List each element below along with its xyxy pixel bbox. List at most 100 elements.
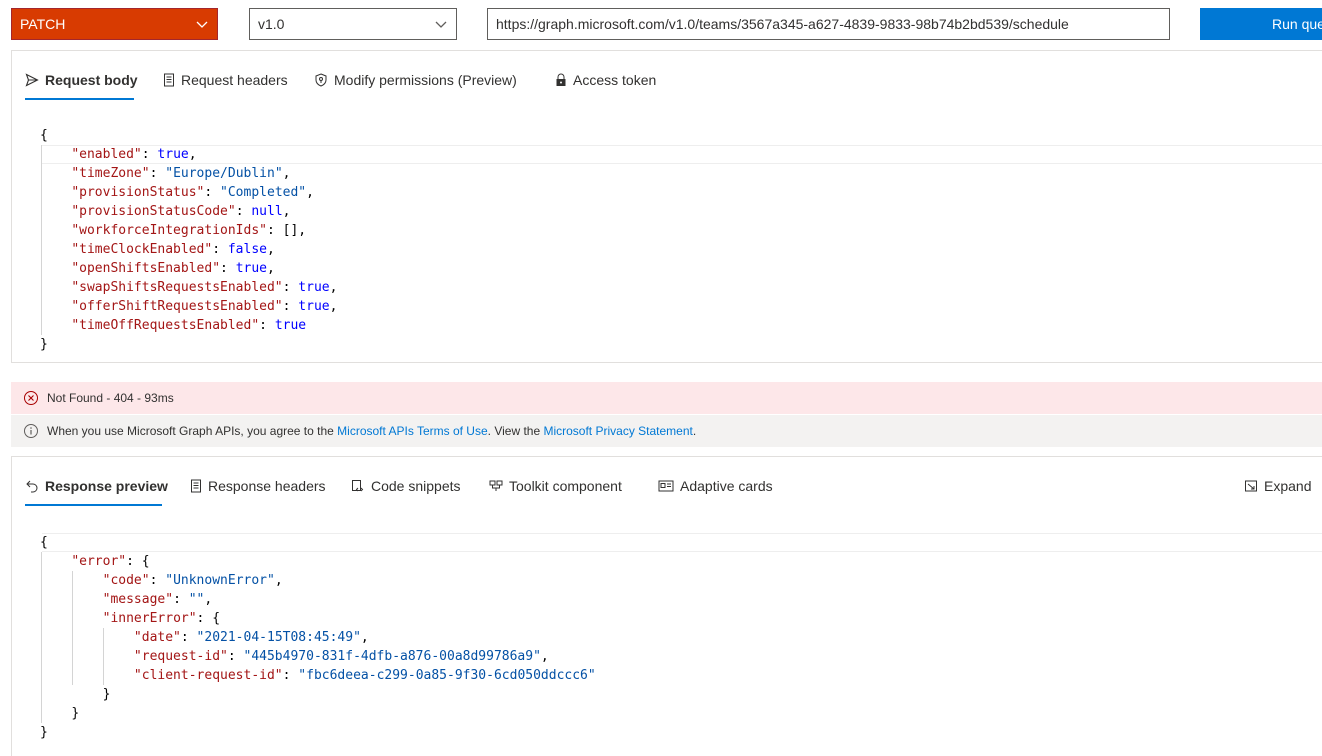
tab-label: Request headers bbox=[181, 72, 288, 88]
code-line: "timeClockEnabled": false, bbox=[40, 240, 337, 259]
code-line: "provisionStatus": "Completed", bbox=[40, 183, 337, 202]
info-icon bbox=[23, 423, 39, 439]
colon: : bbox=[212, 242, 228, 257]
http-method-dropdown[interactable]: PATCH bbox=[11, 8, 218, 40]
code-line: "swapShiftsRequestsEnabled": true, bbox=[40, 278, 337, 297]
json-value: null bbox=[251, 204, 283, 219]
json-key: "swapShiftsRequestsEnabled" bbox=[71, 280, 283, 295]
tab-toolkit-component[interactable]: Toolkit component bbox=[489, 471, 622, 501]
code-line: "enabled": true, bbox=[40, 145, 337, 164]
code-line: "timeZone": "Europe/Dublin", bbox=[40, 164, 337, 183]
json-key: "provisionStatusCode" bbox=[71, 204, 236, 219]
expand-button[interactable]: Expand bbox=[1244, 471, 1311, 501]
http-method-value: PATCH bbox=[20, 16, 66, 32]
info-text-middle: . View the bbox=[487, 424, 544, 438]
code-snippet-icon bbox=[352, 480, 364, 492]
code-line: "client-request-id": "fbc6deea-c299-0a85… bbox=[40, 666, 596, 685]
tab-response-headers[interactable]: Response headers bbox=[190, 471, 326, 501]
request-url-input[interactable] bbox=[487, 8, 1170, 40]
json-key: "timeClockEnabled" bbox=[71, 242, 213, 257]
tab-access-token[interactable]: Access token bbox=[555, 65, 656, 95]
colon: : bbox=[173, 592, 189, 607]
json-key: "workforceIntegrationIds" bbox=[71, 223, 267, 238]
tab-request-headers[interactable]: Request headers bbox=[163, 65, 288, 95]
code-line: { bbox=[40, 126, 337, 145]
info-text-suffix: . bbox=[692, 424, 697, 438]
comma: , bbox=[360, 630, 369, 645]
tab-label: Code snippets bbox=[371, 478, 461, 494]
json-key: "timeOffRequestsEnabled" bbox=[71, 318, 260, 333]
run-query-button[interactable]: Run que bbox=[1200, 8, 1322, 40]
json-key: "innerError" bbox=[102, 611, 197, 626]
request-body-editor[interactable]: { "enabled": true, "timeZone": "Europe/D… bbox=[40, 126, 337, 354]
expand-label: Expand bbox=[1264, 478, 1312, 494]
json-key: "offerShiftRequestsEnabled" bbox=[71, 299, 283, 314]
code-line: "request-id": "445b4970-831f-4dfb-a876-0… bbox=[40, 647, 596, 666]
tab-label: Response headers bbox=[208, 478, 326, 494]
colon: : bbox=[282, 280, 299, 295]
comma: , bbox=[188, 147, 197, 162]
json-value: [] bbox=[282, 223, 299, 238]
comma: , bbox=[267, 261, 275, 276]
colon: : bbox=[204, 185, 221, 200]
chevron-down-icon bbox=[435, 21, 447, 28]
code-line: "date": "2021-04-15T08:45:49", bbox=[40, 628, 596, 647]
json-key: "date" bbox=[133, 630, 181, 645]
terms-of-use-link[interactable]: Microsoft APIs Terms of Use bbox=[337, 424, 488, 438]
tab-label: Toolkit component bbox=[509, 478, 622, 494]
tab-adaptive-cards[interactable]: Adaptive cards bbox=[658, 471, 773, 501]
colon: : bbox=[220, 261, 236, 276]
tab-label: Access token bbox=[573, 72, 657, 88]
comma: , bbox=[282, 166, 291, 181]
tab-response-preview[interactable]: Response preview bbox=[25, 471, 168, 501]
info-message-bar: When you use Microsoft Graph APIs, you a… bbox=[11, 415, 1322, 447]
response-panel: Response preview Response headers Code s… bbox=[11, 456, 1322, 756]
code-line: } bbox=[40, 704, 596, 723]
lock-icon bbox=[556, 73, 566, 86]
version-value: v1.0 bbox=[258, 16, 285, 32]
privacy-statement-link[interactable]: Microsoft Privacy Statement bbox=[543, 424, 692, 438]
comma: , bbox=[274, 573, 283, 588]
version-dropdown[interactable]: v1.0 bbox=[249, 8, 457, 40]
json-key: "provisionStatus" bbox=[71, 185, 205, 200]
json-key: "timeZone" bbox=[71, 166, 150, 181]
colon: : bbox=[282, 668, 299, 683]
tab-code-snippets[interactable]: Code snippets bbox=[351, 471, 461, 501]
json-value: "2021-04-15T08:45:49" bbox=[196, 630, 361, 645]
colon: : bbox=[141, 147, 158, 162]
colon: : bbox=[180, 630, 197, 645]
brace: { bbox=[40, 535, 48, 550]
comma: , bbox=[329, 280, 338, 295]
json-key: "code" bbox=[102, 573, 150, 588]
json-value: "445b4970-831f-4dfb-a876-00a8d99786a9" bbox=[243, 649, 541, 664]
code-line: "openShiftsEnabled": true, bbox=[40, 259, 337, 278]
tab-request-body[interactable]: Request body bbox=[25, 65, 138, 95]
tab-label: Response preview bbox=[45, 478, 168, 494]
info-text-prefix: When you use Microsoft Graph APIs, you a… bbox=[47, 424, 338, 438]
colon: : bbox=[235, 204, 252, 219]
request-panel: Request body Request headers Modify perm… bbox=[11, 50, 1322, 363]
undo-arrow-icon bbox=[26, 480, 38, 493]
code-line: "message": "", bbox=[40, 590, 596, 609]
comma: , bbox=[306, 185, 314, 200]
code-line: { bbox=[40, 533, 596, 552]
code-line: "provisionStatusCode": null, bbox=[40, 202, 337, 221]
tab-modify-permissions[interactable]: Modify permissions (Preview) bbox=[314, 65, 517, 95]
tab-label: Request body bbox=[45, 72, 138, 88]
colon: : bbox=[149, 166, 166, 181]
card-icon bbox=[658, 480, 674, 492]
json-key: "enabled" bbox=[71, 147, 142, 162]
colon: : bbox=[266, 223, 283, 238]
document-icon bbox=[164, 73, 174, 87]
